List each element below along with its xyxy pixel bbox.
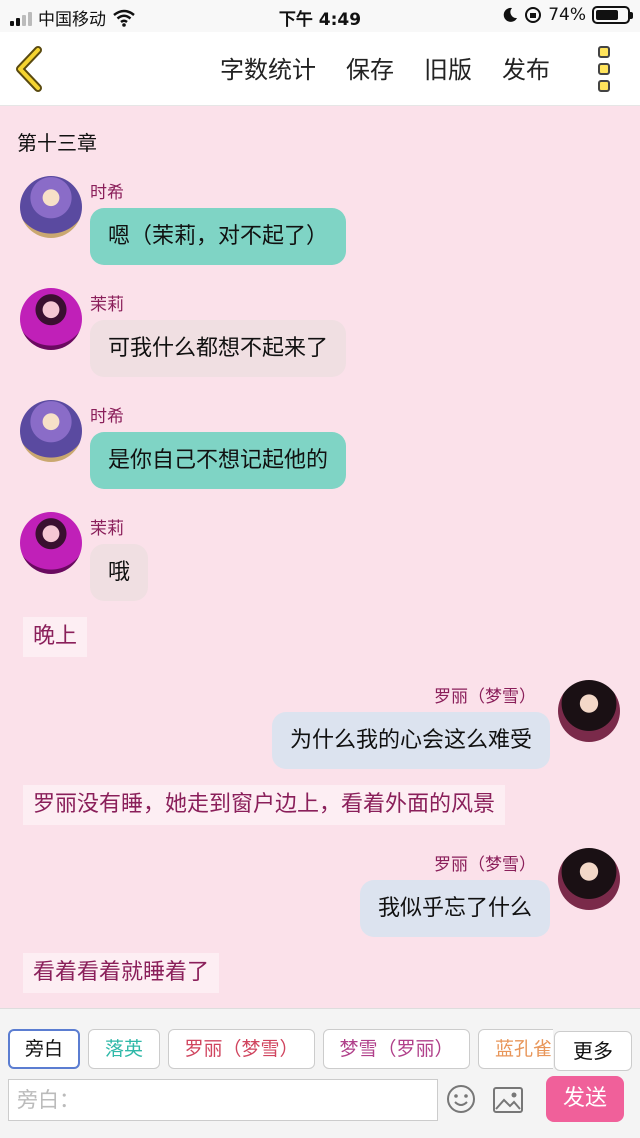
old-version-button[interactable]: 旧版: [424, 50, 472, 85]
narration-line[interactable]: 看着看着就睡着了: [23, 953, 220, 993]
speaker-name: 罗丽（梦雪）: [434, 687, 536, 707]
speaker-name: 时希: [90, 183, 124, 203]
image-icon[interactable]: [492, 1086, 524, 1114]
battery-icon: [592, 6, 633, 24]
narration-line[interactable]: 晚上: [23, 617, 88, 657]
emoji-icon[interactable]: [446, 1084, 476, 1114]
narration-line[interactable]: 罗丽没有睡，她走到窗户边上，看着外面的风景: [23, 785, 506, 825]
message-bubble[interactable]: 是你自己不想记起他的: [90, 432, 347, 489]
role-selector: 旁白 落英 罗丽（梦雪） 梦雪（罗丽） 蓝孔雀: [0, 1029, 553, 1073]
message-bubble[interactable]: 为什么我的心会这么难受: [271, 712, 550, 769]
role-narrator[interactable]: 旁白: [8, 1029, 80, 1069]
message-bubble[interactable]: 嗯（茉莉，对不起了）: [90, 208, 347, 265]
message-bubble[interactable]: 可我什么都想不起来了: [90, 320, 347, 377]
save-button[interactable]: 保存: [346, 50, 394, 85]
moon-icon: [503, 7, 518, 22]
speaker-name: 茉莉: [90, 295, 124, 315]
publish-button[interactable]: 发布: [502, 50, 550, 85]
top-nav: 字数统计 保存 旧版 发布: [0, 32, 640, 106]
avatar-moli[interactable]: [20, 512, 82, 574]
avatar-luoli[interactable]: [558, 680, 620, 742]
status-right: 74%: [502, 5, 633, 25]
role-luoying[interactable]: 落英: [88, 1029, 160, 1069]
send-button[interactable]: 发送: [546, 1076, 624, 1122]
chevron-left-icon[interactable]: [10, 44, 50, 94]
chapter-title: 第十三章: [17, 131, 97, 155]
more-roles-button[interactable]: 更多: [554, 1031, 632, 1071]
speaker-name: 罗丽（梦雪）: [434, 855, 536, 875]
avatar-moli[interactable]: [20, 288, 82, 350]
message-bubble[interactable]: 我似乎忘了什么: [359, 880, 550, 937]
speaker-name: 时希: [90, 407, 124, 427]
role-lankongque[interactable]: 蓝孔雀: [478, 1029, 553, 1069]
battery-percent: 74%: [548, 5, 586, 25]
role-luoli-mengxue[interactable]: 罗丽（梦雪）: [168, 1029, 315, 1069]
message-input[interactable]: 旁白：: [8, 1079, 438, 1121]
more-vertical-icon[interactable]: [598, 46, 618, 92]
avatar-shixi[interactable]: [20, 176, 82, 238]
rotation-lock-icon: [525, 7, 542, 23]
nav-actions: 字数统计 保存 旧版 发布: [220, 50, 550, 85]
speaker-name: 茉莉: [90, 519, 124, 539]
word-count-button[interactable]: 字数统计: [220, 50, 316, 85]
avatar-luoli[interactable]: [558, 848, 620, 910]
status-bar: 中国移动 下午 4:49 74%: [0, 0, 640, 32]
role-mengxue-luoli[interactable]: 梦雪（罗丽）: [323, 1029, 470, 1069]
message-bubble[interactable]: 哦: [90, 544, 149, 601]
avatar-shixi[interactable]: [20, 400, 82, 462]
